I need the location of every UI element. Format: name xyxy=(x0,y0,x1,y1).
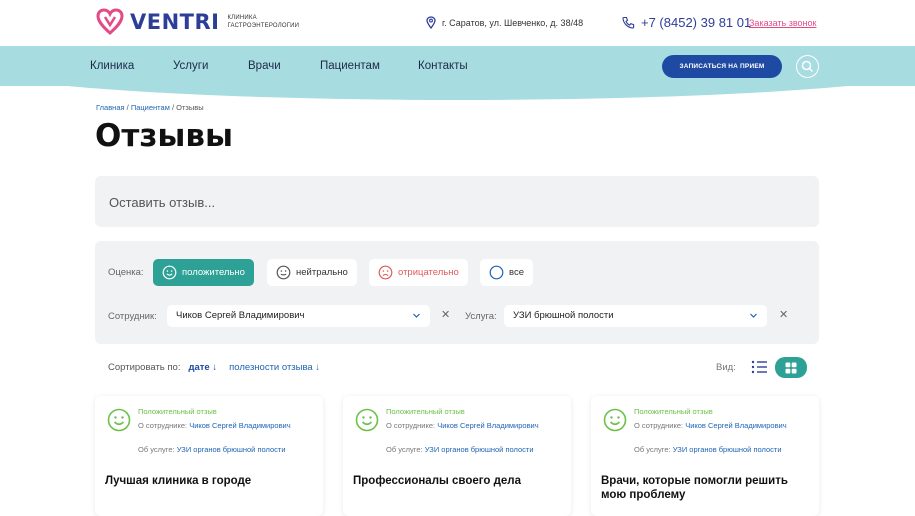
smile-icon xyxy=(107,408,131,432)
review-service: Об услуге: УЗИ органов брюшной полости xyxy=(634,445,782,454)
review-card[interactable]: Положительный отзыв О сотруднике: Чиков … xyxy=(343,396,571,516)
employee-label: Сотрудник: xyxy=(108,311,157,322)
callback-link[interactable]: Заказать звонок xyxy=(749,18,816,28)
clear-service-button[interactable]: ✕ xyxy=(779,308,788,321)
review-title: Лучшая клиника в городе xyxy=(105,475,252,487)
chevron-down-icon xyxy=(750,313,757,318)
rating-label: Оценка: xyxy=(108,267,144,278)
clear-employee-button[interactable]: ✕ xyxy=(441,308,450,321)
smile-icon xyxy=(603,408,627,432)
ventri-logo-icon xyxy=(96,8,124,35)
breadcrumb-patients[interactable]: Пациентам xyxy=(131,103,170,112)
page-title: Отзывы xyxy=(95,118,234,154)
search-button[interactable] xyxy=(796,55,819,78)
sad-face-icon xyxy=(378,265,393,280)
list-view-icon[interactable] xyxy=(750,358,770,376)
review-employee: О сотруднике: Чиков Сергей Владимирович xyxy=(634,421,787,430)
smile-icon xyxy=(355,408,379,432)
nav-item-clinic[interactable]: Клиника xyxy=(90,60,134,72)
review-service: Об услуге: УЗИ органов брюшной полости xyxy=(386,445,534,454)
review-employee: О сотруднике: Чиков Сергей Владимирович xyxy=(386,421,539,430)
review-employee-link[interactable]: Чиков Сергей Владимирович xyxy=(685,421,786,430)
phone[interactable]: +7 (8452) 39 81 01 xyxy=(622,15,751,30)
review-card[interactable]: Положительный отзыв О сотруднике: Чиков … xyxy=(591,396,819,516)
phone-icon xyxy=(622,16,635,29)
nav-item-contacts[interactable]: Контакты xyxy=(418,60,468,72)
review-employee-link[interactable]: Чиков Сергей Владимирович xyxy=(437,421,538,430)
review-card[interactable]: Положительный отзыв О сотруднике: Чиков … xyxy=(95,396,323,516)
grid-view-button[interactable] xyxy=(775,357,807,378)
site-header: VENTRI Клиника гастроэнтерологии г. Сара… xyxy=(0,0,915,46)
chip-label: все xyxy=(509,267,524,278)
logo-subtitle: Клиника гастроэнтерологии xyxy=(227,15,300,29)
service-select-value: УЗИ брюшной полости xyxy=(513,310,614,321)
logo-text: VENTRI xyxy=(130,10,220,34)
filters-panel: Оценка: положительно нейтрально отрицате… xyxy=(95,241,819,344)
rating-positive-chip[interactable]: положительно xyxy=(153,259,254,286)
review-sentiment: Положительный отзыв xyxy=(138,407,217,416)
circle-icon xyxy=(489,265,504,280)
employee-select-value: Чиков Сергей Владимирович xyxy=(176,310,305,321)
sort-by-date[interactable]: дате ↓ xyxy=(188,362,217,373)
review-employee-link[interactable]: Чиков Сергей Владимирович xyxy=(189,421,290,430)
review-employee: О сотруднике: Чиков Сергей Владимирович xyxy=(138,421,291,430)
sort-label: Сортировать по: xyxy=(108,362,181,373)
rating-negative-chip[interactable]: отрицательно xyxy=(369,259,468,286)
employee-select[interactable]: Чиков Сергей Владимирович xyxy=(167,305,430,327)
review-sentiment: Положительный отзыв xyxy=(386,407,465,416)
leave-review-field[interactable]: Оставить отзыв... xyxy=(95,176,819,227)
review-title: Профессионалы своего дела xyxy=(353,475,522,487)
grid-view-icon xyxy=(785,362,797,373)
review-service-link[interactable]: УЗИ органов брюшной полости xyxy=(177,445,286,454)
review-service-link[interactable]: УЗИ органов брюшной полости xyxy=(673,445,782,454)
sort-bar: Сортировать по: дате ↓ полезности отзыва… xyxy=(108,362,320,373)
service-select[interactable]: УЗИ брюшной полости xyxy=(504,305,767,327)
chevron-down-icon xyxy=(413,313,420,318)
service-label: Услуга: xyxy=(465,311,497,322)
review-title: Врачи, которые помогли решить мою пробле… xyxy=(601,475,788,501)
breadcrumb-home[interactable]: Главная xyxy=(96,103,125,112)
nav-curve xyxy=(0,86,915,100)
rating-all-chip[interactable]: все xyxy=(480,259,533,286)
breadcrumb: Главная / Пациентам / Отзывы xyxy=(96,103,204,112)
phone-number: +7 (8452) 39 81 01 xyxy=(641,15,752,30)
logo[interactable]: VENTRI Клиника гастроэнтерологии xyxy=(96,8,317,36)
appointment-button[interactable]: ЗАПИСАТЬСЯ НА ПРИЕМ xyxy=(662,55,782,78)
nav-item-doctors[interactable]: Врачи xyxy=(248,60,281,72)
nav-item-services[interactable]: Услуги xyxy=(173,60,208,72)
sort-by-usefulness[interactable]: полезности отзыва ↓ xyxy=(229,362,320,373)
view-label: Вид: xyxy=(716,362,736,373)
review-service-link[interactable]: УЗИ органов брюшной полости xyxy=(425,445,534,454)
location-pin-icon xyxy=(426,16,436,29)
review-sentiment: Положительный отзыв xyxy=(634,407,713,416)
chip-label: положительно xyxy=(182,267,245,278)
review-service: Об услуге: УЗИ органов брюшной полости xyxy=(138,445,286,454)
breadcrumb-current: Отзывы xyxy=(176,103,204,112)
address: г. Саратов, ул. Шевченко, д. 38/48 xyxy=(426,16,583,29)
address-text: г. Саратов, ул. Шевченко, д. 38/48 xyxy=(442,17,584,28)
search-icon xyxy=(801,60,814,73)
chip-label: отрицательно xyxy=(398,267,459,278)
smile-icon xyxy=(162,265,177,280)
rating-neutral-chip[interactable]: нейтрально xyxy=(267,259,357,286)
neutral-face-icon xyxy=(276,265,291,280)
chip-label: нейтрально xyxy=(296,267,348,278)
nav-item-patients[interactable]: Пациентам xyxy=(320,60,380,72)
